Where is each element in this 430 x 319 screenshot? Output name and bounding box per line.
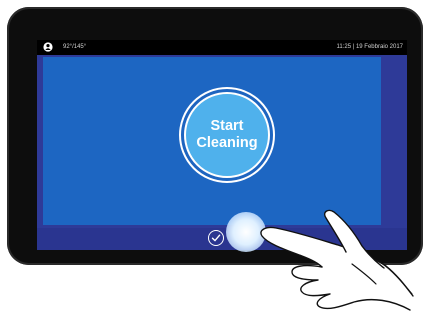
- device-illustration: 92°/145° 11:25 | 19 Febbraio 2017 Start …: [0, 0, 430, 319]
- pointing-hand-icon: [260, 209, 414, 311]
